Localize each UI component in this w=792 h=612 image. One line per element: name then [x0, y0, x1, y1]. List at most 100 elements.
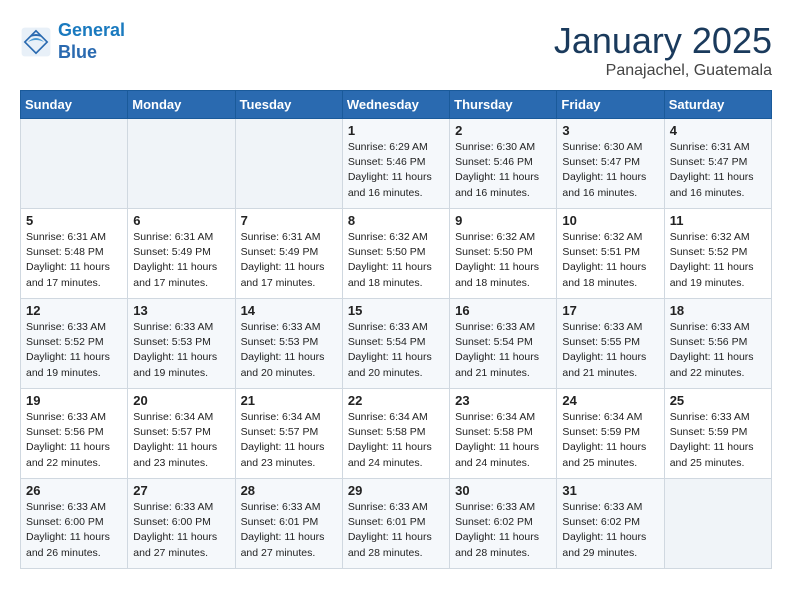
- day-info: Sunrise: 6:33 AM Sunset: 6:02 PM Dayligh…: [562, 500, 658, 561]
- calendar-cell: 2 Sunrise: 6:30 AM Sunset: 5:46 PM Daylig…: [450, 119, 557, 209]
- calendar-week-row: 5Sunrise: 6:31 AM Sunset: 5:48 PM Daylig…: [21, 209, 772, 299]
- day-info: Sunrise: 6:33 AM Sunset: 6:02 PM Dayligh…: [455, 500, 551, 561]
- month-title: January 2025: [554, 20, 772, 62]
- day-number: 27: [133, 483, 229, 498]
- day-info: Sunrise: 6:32 AM Sunset: 5:51 PM Dayligh…: [562, 230, 658, 291]
- day-info: Sunrise: 6:31 AM Sunset: 5:48 PM Dayligh…: [26, 230, 122, 291]
- calendar-cell: 10 Sunrise: 6:32 AM Sunset: 5:51 PM Dayli…: [557, 209, 664, 299]
- day-number: 12: [26, 303, 122, 318]
- day-number: 10: [562, 213, 658, 228]
- day-number: 22: [348, 393, 444, 408]
- day-info: Sunrise: 6:31 AM Sunset: 5:49 PM Dayligh…: [133, 230, 229, 291]
- calendar-cell: [235, 119, 342, 209]
- day-number: 19: [26, 393, 122, 408]
- day-number: 6: [133, 213, 229, 228]
- calendar-cell: 28 Sunrise: 6:33 AM Sunset: 6:01 PM Dayli…: [235, 479, 342, 569]
- title-block: January 2025 Panajachel, Guatemala: [554, 20, 772, 80]
- day-number: 24: [562, 393, 658, 408]
- calendar-cell: 15Sunrise: 6:33 AM Sunset: 5:54 PM Dayli…: [342, 299, 449, 389]
- day-number: 13: [133, 303, 229, 318]
- calendar-cell: [21, 119, 128, 209]
- header-row: SundayMondayTuesdayWednesdayThursdayFrid…: [21, 91, 772, 119]
- calendar-table: SundayMondayTuesdayWednesdayThursdayFrid…: [20, 90, 772, 569]
- day-info: Sunrise: 6:34 AM Sunset: 5:58 PM Dayligh…: [455, 410, 551, 471]
- day-number: 17: [562, 303, 658, 318]
- calendar-header: SundayMondayTuesdayWednesdayThursdayFrid…: [21, 91, 772, 119]
- calendar-cell: 6 Sunrise: 6:31 AM Sunset: 5:49 PM Daylig…: [128, 209, 235, 299]
- day-info: Sunrise: 6:31 AM Sunset: 5:47 PM Dayligh…: [670, 140, 766, 201]
- day-info: Sunrise: 6:32 AM Sunset: 5:50 PM Dayligh…: [455, 230, 551, 291]
- day-info: Sunrise: 6:33 AM Sunset: 5:56 PM Dayligh…: [26, 410, 122, 471]
- day-number: 15: [348, 303, 444, 318]
- day-number: 21: [241, 393, 337, 408]
- calendar-week-row: 26 Sunrise: 6:33 AM Sunset: 6:00 PM Dayli…: [21, 479, 772, 569]
- calendar-cell: 13 Sunrise: 6:33 AM Sunset: 5:53 PM Dayli…: [128, 299, 235, 389]
- day-info: Sunrise: 6:32 AM Sunset: 5:52 PM Dayligh…: [670, 230, 766, 291]
- calendar-week-row: 19 Sunrise: 6:33 AM Sunset: 5:56 PM Dayli…: [21, 389, 772, 479]
- calendar-cell: 31 Sunrise: 6:33 AM Sunset: 6:02 PM Dayli…: [557, 479, 664, 569]
- day-number: 31: [562, 483, 658, 498]
- day-info: Sunrise: 6:33 AM Sunset: 5:56 PM Dayligh…: [670, 320, 766, 381]
- calendar-cell: 1 Sunrise: 6:29 AM Sunset: 5:46 PM Daylig…: [342, 119, 449, 209]
- day-number: 3: [562, 123, 658, 138]
- day-number: 26: [26, 483, 122, 498]
- day-number: 14: [241, 303, 337, 318]
- day-number: 4: [670, 123, 766, 138]
- day-info: Sunrise: 6:33 AM Sunset: 5:53 PM Dayligh…: [133, 320, 229, 381]
- day-number: 9: [455, 213, 551, 228]
- logo-icon: [20, 26, 52, 58]
- day-number: 7: [241, 213, 337, 228]
- weekday-header: Sunday: [21, 91, 128, 119]
- day-info: Sunrise: 6:33 AM Sunset: 6:00 PM Dayligh…: [133, 500, 229, 561]
- day-number: 18: [670, 303, 766, 318]
- calendar-cell: 16 Sunrise: 6:33 AM Sunset: 5:54 PM Dayli…: [450, 299, 557, 389]
- location-subtitle: Panajachel, Guatemala: [554, 62, 772, 80]
- day-info: Sunrise: 6:33 AM Sunset: 5:54 PM Dayligh…: [455, 320, 551, 381]
- day-info: Sunrise: 6:33 AM Sunset: 5:53 PM Dayligh…: [241, 320, 337, 381]
- day-number: 30: [455, 483, 551, 498]
- calendar-cell: 9 Sunrise: 6:32 AM Sunset: 5:50 PM Daylig…: [450, 209, 557, 299]
- day-info: Sunrise: 6:33 AM Sunset: 5:55 PM Dayligh…: [562, 320, 658, 381]
- day-info: Sunrise: 6:33 AM Sunset: 5:52 PM Dayligh…: [26, 320, 122, 381]
- day-number: 28: [241, 483, 337, 498]
- day-number: 20: [133, 393, 229, 408]
- calendar-cell: 21Sunrise: 6:34 AM Sunset: 5:57 PM Dayli…: [235, 389, 342, 479]
- day-info: Sunrise: 6:30 AM Sunset: 5:46 PM Dayligh…: [455, 140, 551, 201]
- calendar-cell: 5Sunrise: 6:31 AM Sunset: 5:48 PM Daylig…: [21, 209, 128, 299]
- day-number: 16: [455, 303, 551, 318]
- weekday-header: Wednesday: [342, 91, 449, 119]
- calendar-cell: 23Sunrise: 6:34 AM Sunset: 5:58 PM Dayli…: [450, 389, 557, 479]
- calendar-cell: 20Sunrise: 6:34 AM Sunset: 5:57 PM Dayli…: [128, 389, 235, 479]
- calendar-cell: [664, 479, 771, 569]
- calendar-cell: 8Sunrise: 6:32 AM Sunset: 5:50 PM Daylig…: [342, 209, 449, 299]
- day-number: 8: [348, 213, 444, 228]
- calendar-cell: 3 Sunrise: 6:30 AM Sunset: 5:47 PM Daylig…: [557, 119, 664, 209]
- day-number: 2: [455, 123, 551, 138]
- day-info: Sunrise: 6:34 AM Sunset: 5:59 PM Dayligh…: [562, 410, 658, 471]
- calendar-cell: 27 Sunrise: 6:33 AM Sunset: 6:00 PM Dayli…: [128, 479, 235, 569]
- day-info: Sunrise: 6:34 AM Sunset: 5:58 PM Dayligh…: [348, 410, 444, 471]
- page-header: General Blue January 2025 Panajachel, Gu…: [20, 20, 772, 80]
- weekday-header: Thursday: [450, 91, 557, 119]
- day-info: Sunrise: 6:29 AM Sunset: 5:46 PM Dayligh…: [348, 140, 444, 201]
- calendar-week-row: 12 Sunrise: 6:33 AM Sunset: 5:52 PM Dayli…: [21, 299, 772, 389]
- calendar-cell: 26 Sunrise: 6:33 AM Sunset: 6:00 PM Dayli…: [21, 479, 128, 569]
- weekday-header: Tuesday: [235, 91, 342, 119]
- day-number: 1: [348, 123, 444, 138]
- weekday-header: Friday: [557, 91, 664, 119]
- day-info: Sunrise: 6:33 AM Sunset: 6:01 PM Dayligh…: [241, 500, 337, 561]
- day-info: Sunrise: 6:33 AM Sunset: 5:59 PM Dayligh…: [670, 410, 766, 471]
- calendar-cell: 4 Sunrise: 6:31 AM Sunset: 5:47 PM Daylig…: [664, 119, 771, 209]
- calendar-cell: [128, 119, 235, 209]
- day-info: Sunrise: 6:30 AM Sunset: 5:47 PM Dayligh…: [562, 140, 658, 201]
- calendar-cell: 17 Sunrise: 6:33 AM Sunset: 5:55 PM Dayli…: [557, 299, 664, 389]
- calendar-cell: 11Sunrise: 6:32 AM Sunset: 5:52 PM Dayli…: [664, 209, 771, 299]
- day-number: 29: [348, 483, 444, 498]
- calendar-cell: 25 Sunrise: 6:33 AM Sunset: 5:59 PM Dayli…: [664, 389, 771, 479]
- logo-general: General: [58, 20, 125, 40]
- day-number: 25: [670, 393, 766, 408]
- calendar-body: 1 Sunrise: 6:29 AM Sunset: 5:46 PM Daylig…: [21, 119, 772, 569]
- day-info: Sunrise: 6:33 AM Sunset: 6:01 PM Dayligh…: [348, 500, 444, 561]
- calendar-cell: 7Sunrise: 6:31 AM Sunset: 5:49 PM Daylig…: [235, 209, 342, 299]
- day-info: Sunrise: 6:33 AM Sunset: 6:00 PM Dayligh…: [26, 500, 122, 561]
